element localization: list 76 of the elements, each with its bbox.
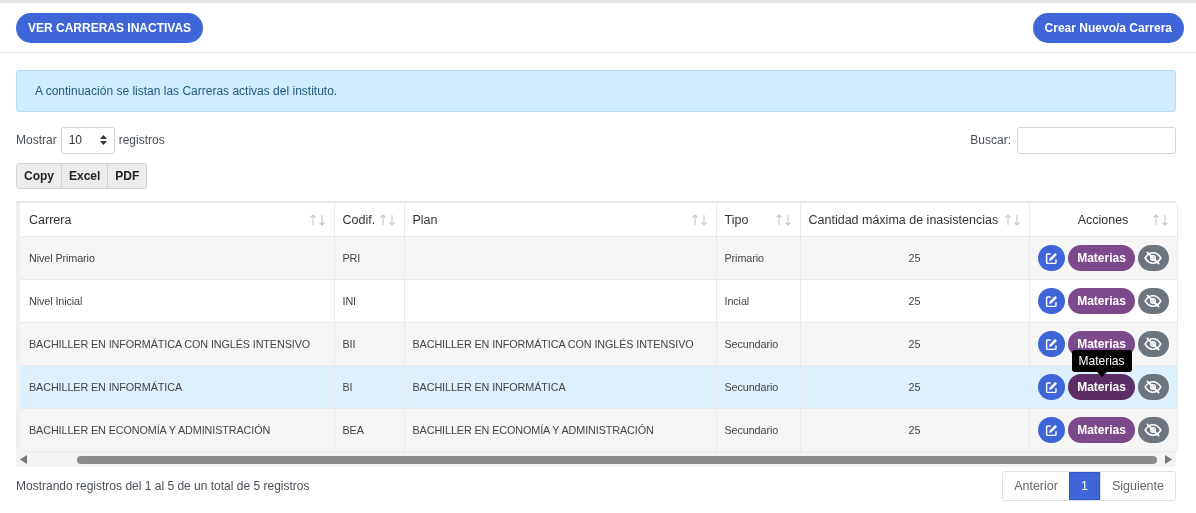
edit-icon bbox=[1044, 337, 1058, 351]
subjects-button[interactable]: Materias bbox=[1068, 245, 1135, 271]
table-cell: BII bbox=[334, 322, 404, 366]
page-button[interactable]: Siguiente bbox=[1099, 472, 1175, 500]
page-length-select[interactable]: 10 bbox=[60, 126, 115, 154]
table-cell: BACHILLER EN INFORMÁTICA CON INGLÉS INTENSIVO bbox=[404, 322, 716, 366]
scroll-right-icon[interactable] bbox=[1165, 455, 1172, 464]
export-button[interactable]: Copy bbox=[16, 163, 62, 189]
edit-button[interactable] bbox=[1037, 331, 1066, 357]
table-cell: 25 bbox=[800, 279, 1029, 323]
column-header[interactable]: Cantidad máxima de inasistencias bbox=[800, 203, 1029, 237]
scroll-left-icon[interactable] bbox=[20, 455, 27, 464]
subjects-button[interactable]: Materias bbox=[1068, 417, 1135, 443]
column-header[interactable]: Codif. bbox=[334, 203, 404, 237]
sort-icon bbox=[378, 213, 396, 226]
table-cell: PRI bbox=[334, 236, 404, 280]
table-cell: 25 bbox=[800, 322, 1029, 366]
table-cell: 25 bbox=[800, 408, 1029, 452]
edit-button[interactable] bbox=[1037, 417, 1066, 443]
updown-caret-icon bbox=[99, 135, 107, 145]
table-cell: BACHILLER EN INFORMÁTICA bbox=[404, 365, 716, 409]
table-cell: BACHILLER EN INFORMÁTICA CON INGLÉS INTENSIVO bbox=[18, 322, 334, 366]
records-label: registros bbox=[118, 133, 165, 147]
eye-slash-icon bbox=[1144, 251, 1163, 265]
column-header[interactable]: Plan bbox=[404, 203, 716, 237]
edit-icon bbox=[1044, 380, 1058, 394]
table-cell: BACHILLER EN ECONOMÍA Y ADMINISTRACIÓN bbox=[18, 408, 334, 452]
export-button[interactable]: PDF bbox=[107, 163, 148, 189]
table-info: Mostrando registros del 1 al 5 de un total de 5 registros bbox=[16, 479, 310, 493]
edit-icon bbox=[1044, 251, 1058, 265]
table-cell: Incial bbox=[716, 279, 800, 323]
edit-icon bbox=[1044, 423, 1058, 437]
eye-slash-icon bbox=[1144, 380, 1163, 394]
edit-button[interactable] bbox=[1037, 245, 1066, 271]
column-header[interactable]: Tipo bbox=[716, 203, 800, 237]
table-cell: Secundario bbox=[716, 408, 800, 452]
table-cell: 25 bbox=[800, 365, 1029, 409]
sort-icon bbox=[1151, 213, 1169, 226]
page-button[interactable]: 1 bbox=[1068, 472, 1100, 500]
search-label: Buscar: bbox=[970, 133, 1011, 147]
table-cell: BEA bbox=[334, 408, 404, 452]
subjects-button[interactable]: Materias bbox=[1068, 374, 1135, 400]
scrollbar-thumb[interactable] bbox=[77, 455, 1157, 464]
table-cell: INI bbox=[334, 279, 404, 323]
column-header[interactable]: Acciones bbox=[1029, 203, 1177, 237]
edit-button[interactable] bbox=[1037, 374, 1066, 400]
table-cell: BI bbox=[334, 365, 404, 409]
eye-slash-icon bbox=[1144, 423, 1163, 437]
table-cell: BACHILLER EN INFORMÁTICA bbox=[18, 365, 334, 409]
hide-button[interactable] bbox=[1137, 245, 1169, 271]
tooltip-pointer-icon bbox=[1096, 372, 1107, 377]
table-cell: Secundario bbox=[716, 322, 800, 366]
sort-icon bbox=[774, 213, 792, 226]
sort-icon bbox=[1003, 213, 1021, 226]
edit-button[interactable] bbox=[1037, 288, 1066, 314]
export-button[interactable]: Excel bbox=[61, 163, 109, 189]
eye-slash-icon bbox=[1144, 337, 1163, 351]
hide-button[interactable] bbox=[1137, 331, 1169, 357]
table-cell: 25 bbox=[800, 236, 1029, 280]
horizontal-scrollbar[interactable] bbox=[16, 452, 1176, 467]
eye-slash-icon bbox=[1144, 294, 1163, 308]
hide-button[interactable] bbox=[1137, 288, 1169, 314]
table-cell: Secundario bbox=[716, 365, 800, 409]
hide-button[interactable] bbox=[1137, 417, 1169, 443]
info-alert: A continuación se listan las Carreras activas del instituto. bbox=[16, 70, 1176, 112]
sort-icon bbox=[690, 213, 708, 226]
create-button[interactable]: Crear Nuevo/a Carrera bbox=[1032, 12, 1184, 43]
table-cell: BACHILLER EN ECONOMÍA Y ADMINISTRACIÓN bbox=[404, 408, 716, 452]
table-cell: Nivel Primario bbox=[18, 236, 334, 280]
sort-icon bbox=[308, 213, 326, 226]
table-cell: Primario bbox=[716, 236, 800, 280]
hide-button[interactable] bbox=[1137, 374, 1169, 400]
search-field[interactable] bbox=[1017, 126, 1176, 154]
edit-icon bbox=[1044, 294, 1058, 308]
subjects-button[interactable]: Materias bbox=[1068, 288, 1135, 314]
show-label: Mostrar bbox=[16, 133, 57, 147]
